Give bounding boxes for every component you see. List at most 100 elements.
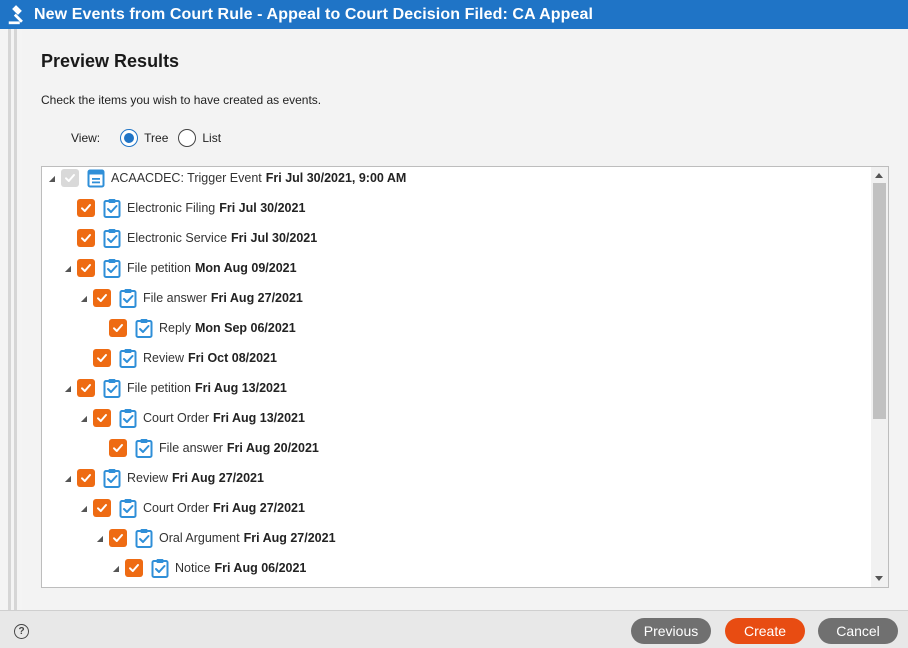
scroll-down-arrow-icon[interactable] <box>875 576 883 581</box>
dialog-footer: ? Previous Create Cancel <box>0 610 908 648</box>
event-name: ACAACDEC: Trigger Event <box>111 171 262 185</box>
event-name: File answer <box>159 441 223 455</box>
tree-row[interactable]: ◢ Court Order Fri Aug 27/2021 <box>78 496 305 520</box>
event-date: Fri Aug 13/2021 <box>213 411 305 425</box>
expand-triangle-icon[interactable]: ◢ <box>62 384 74 393</box>
tree-row[interactable]: ◢ Court Order Fri Aug 13/2021 <box>78 406 305 430</box>
tree-row[interactable]: Reply Mon Sep 06/2021 <box>94 316 296 340</box>
view-option-list[interactable]: List <box>178 129 221 147</box>
row-checkbox[interactable] <box>77 469 95 487</box>
row-checkbox[interactable] <box>61 169 79 187</box>
expand-triangle-icon[interactable]: ◢ <box>78 414 90 423</box>
clipboard-check-icon <box>119 499 137 518</box>
clipboard-check-icon <box>103 259 121 278</box>
event-name: Reply <box>159 321 191 335</box>
row-checkbox[interactable] <box>77 379 95 397</box>
title-bar: New Events from Court Rule - Appeal to C… <box>0 0 908 29</box>
tree-row[interactable]: ◢ File answer Fri Aug 27/2021 <box>78 286 303 310</box>
event-date: Fri Jul 30/2021, 9:00 AM <box>265 171 407 185</box>
instruction-text: Check the items you wish to have created… <box>41 93 322 107</box>
event-name: Electronic Filing <box>127 201 216 215</box>
tree-row[interactable]: ◢ Oral Argument Fri Aug 27/2021 <box>94 526 336 550</box>
row-checkbox[interactable] <box>93 349 111 367</box>
event-date: Fri Aug 27/2021 <box>243 531 336 545</box>
tree-row[interactable]: Electronic Filing Fri Jul 30/2021 <box>62 196 305 220</box>
expand-triangle-icon[interactable]: ◢ <box>78 504 90 513</box>
expand-triangle-icon[interactable]: ◢ <box>94 534 106 543</box>
left-rail <box>0 29 22 610</box>
view-label: View: <box>71 131 101 145</box>
clipboard-check-icon <box>119 349 137 368</box>
scroll-up-arrow-icon[interactable] <box>875 173 883 178</box>
create-button[interactable]: Create <box>725 618 805 644</box>
scroll-thumb[interactable] <box>873 183 886 419</box>
event-date: Mon Aug 09/2021 <box>194 261 297 275</box>
clipboard-check-icon <box>103 199 121 218</box>
event-date: Fri Jul 30/2021 <box>231 231 318 245</box>
clipboard-check-icon <box>103 379 121 398</box>
tree-row[interactable]: ◢ Review Fri Aug 27/2021 <box>62 466 264 490</box>
row-checkbox[interactable] <box>109 439 127 457</box>
list-radio-label: List <box>202 131 222 145</box>
event-date: Fri Aug 06/2021 <box>214 561 307 575</box>
row-checkbox[interactable] <box>109 529 127 547</box>
event-name: Court Order <box>143 411 209 425</box>
tree-radio-label: Tree <box>144 131 169 145</box>
tree-row[interactable]: File answer Fri Aug 20/2021 <box>94 436 319 460</box>
event-date: Fri Jul 30/2021 <box>219 201 306 215</box>
event-name: File answer <box>143 291 207 305</box>
row-checkbox[interactable] <box>93 499 111 517</box>
event-name: Court Order <box>143 501 209 515</box>
row-checkbox[interactable] <box>93 289 111 307</box>
row-checkbox[interactable] <box>77 259 95 277</box>
tree-row[interactable]: ◢ File petition Fri Aug 13/2021 <box>62 376 287 400</box>
row-checkbox[interactable] <box>109 319 127 337</box>
event-date: Fri Aug 27/2021 <box>172 471 264 485</box>
help-icon[interactable]: ? <box>14 624 29 639</box>
clipboard-check-icon <box>103 229 121 248</box>
expand-triangle-icon[interactable]: ◢ <box>62 474 74 483</box>
event-date: Mon Sep 06/2021 <box>194 321 296 335</box>
gavel-icon <box>8 4 23 24</box>
expand-triangle-icon[interactable]: ◢ <box>110 564 122 573</box>
row-checkbox[interactable] <box>93 409 111 427</box>
event-name: Notice <box>175 561 211 575</box>
row-checkbox[interactable] <box>77 229 95 247</box>
previous-button[interactable]: Previous <box>631 618 711 644</box>
clipboard-check-icon <box>151 559 169 578</box>
row-checkbox[interactable] <box>125 559 143 577</box>
event-date: Fri Aug 27/2021 <box>210 291 303 305</box>
row-checkbox[interactable] <box>77 199 95 217</box>
tree-radio[interactable] <box>120 129 139 147</box>
clipboard-check-icon <box>103 469 121 488</box>
tree-row[interactable]: Review Fri Oct 08/2021 <box>78 346 277 370</box>
clipboard-check-icon <box>119 409 137 428</box>
events-tree: ◢ Notice Fri Aug 06/2021 ◢ Oral Argument Fri … <box>41 166 889 588</box>
dialog-content: Preview Results Check the items you wish… <box>22 29 908 610</box>
event-name: Oral Argument <box>159 531 240 545</box>
tree-row[interactable]: ◢ ACAACDEC: Trigger Event Fri Jul 30/2021,… <box>46 167 407 190</box>
event-name: Electronic Service <box>127 231 228 245</box>
clipboard-check-icon <box>135 529 153 548</box>
clipboard-check-icon <box>119 289 137 308</box>
calendar-icon <box>87 169 105 188</box>
event-date: Fri Aug 13/2021 <box>194 381 287 395</box>
tree-row[interactable]: ◢ File petition Mon Aug 09/2021 <box>62 256 297 280</box>
window-title: New Events from Court Rule - Appeal to C… <box>34 5 594 23</box>
expand-triangle-icon[interactable]: ◢ <box>46 174 58 183</box>
event-name: Review <box>127 471 168 485</box>
view-option-tree[interactable]: Tree <box>120 129 168 147</box>
list-radio[interactable] <box>178 129 197 147</box>
event-name: File petition <box>127 381 191 395</box>
clipboard-check-icon <box>135 439 153 458</box>
tree-row[interactable]: Electronic Service Fri Jul 30/2021 <box>62 226 317 250</box>
event-date: Fri Aug 27/2021 <box>213 501 305 515</box>
expand-triangle-icon[interactable]: ◢ <box>78 294 90 303</box>
tree-row[interactable]: ◢ Notice Fri Aug 06/2021 <box>110 556 306 580</box>
clipboard-check-icon <box>135 319 153 338</box>
event-name: Review <box>143 351 184 365</box>
event-date: Fri Oct 08/2021 <box>188 351 277 365</box>
cancel-button[interactable]: Cancel <box>818 618 898 644</box>
tree-scrollbar[interactable] <box>871 167 888 587</box>
expand-triangle-icon[interactable]: ◢ <box>62 264 74 273</box>
